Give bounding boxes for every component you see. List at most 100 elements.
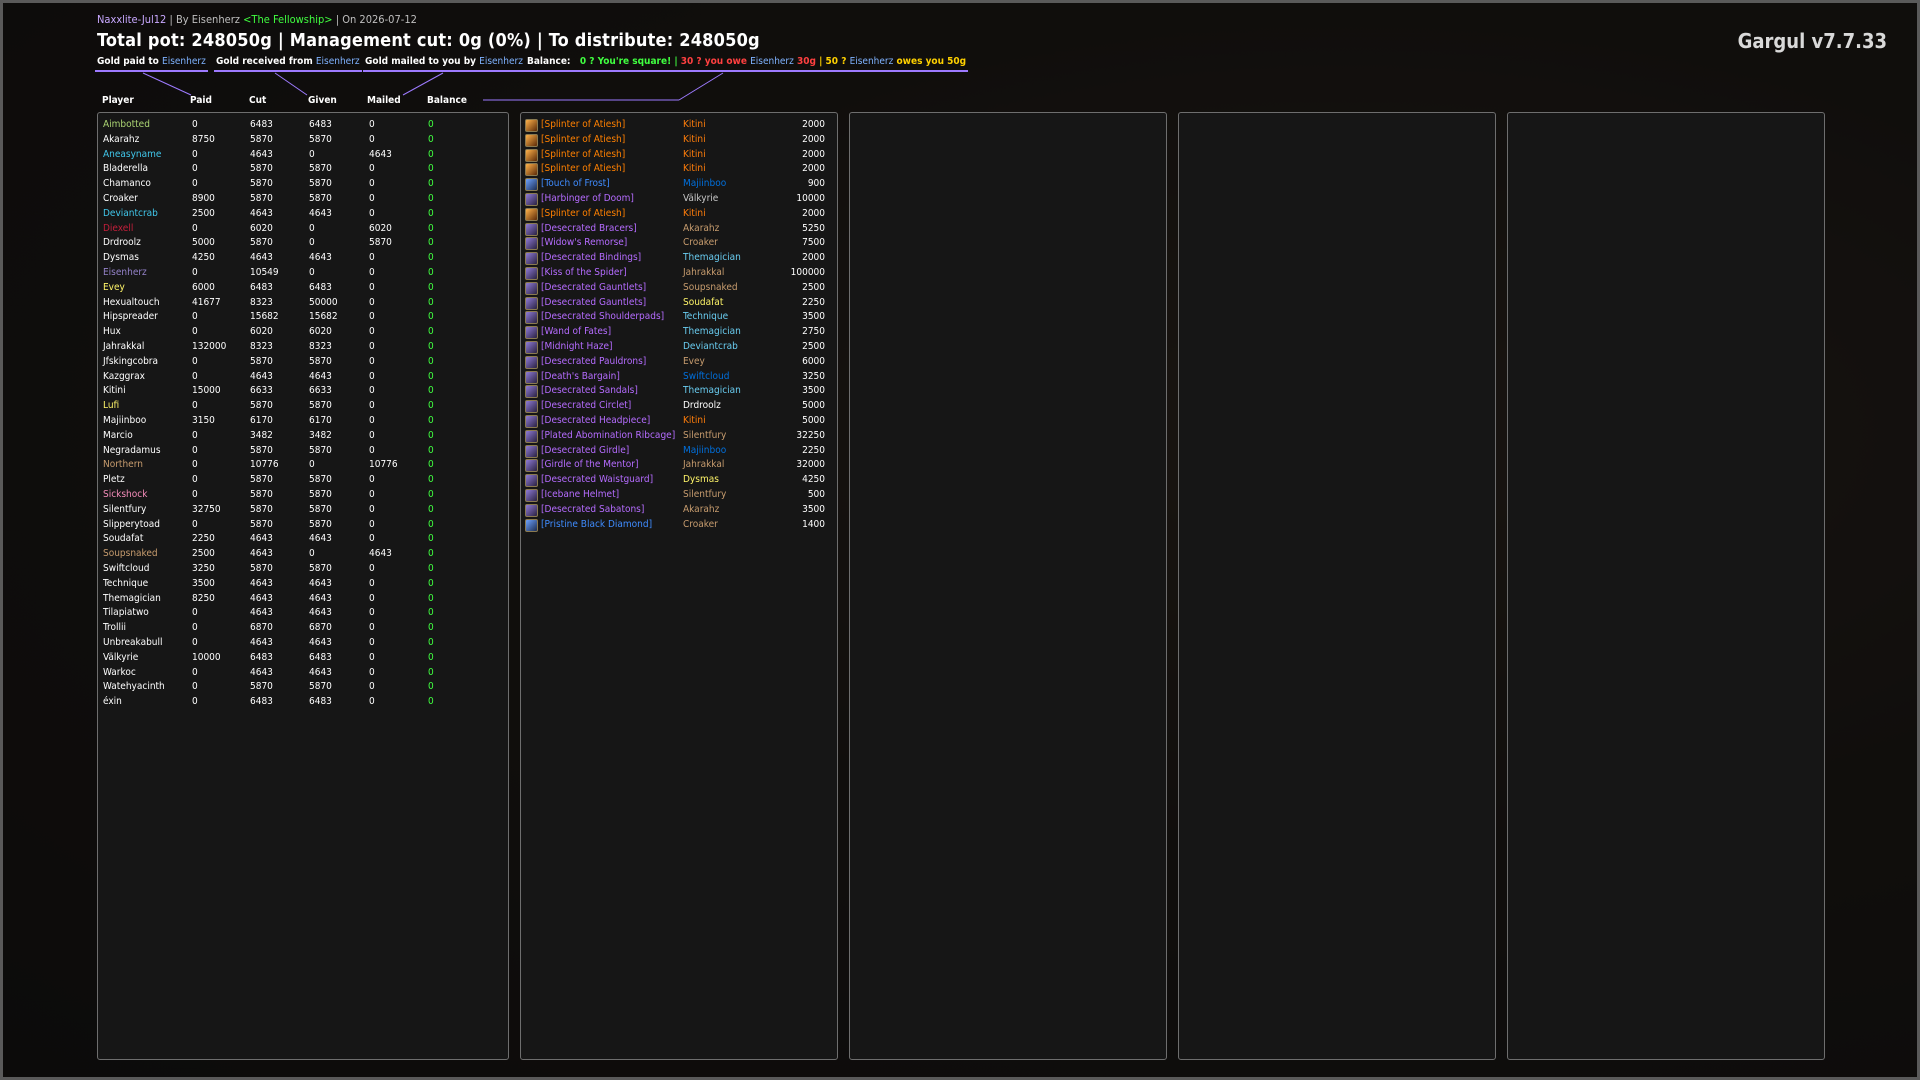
players-ledger-panel[interactable]: Aimbotted 0 6483 6483 0 0 Akarahz 8750 5870 5870 0…: [97, 112, 509, 1060]
item-link[interactable]: [Splinter of Atiesh]: [541, 134, 625, 145]
auction-item-row[interactable]: [Desecrated Waistguard] Dysmas 4250: [525, 474, 833, 488]
player-row[interactable]: éxin 0 6483 6483 0 0: [98, 696, 508, 710]
player-row[interactable]: Swiftcloud 3250 5870 5870 0 0: [98, 563, 508, 577]
auction-item-row[interactable]: [Desecrated Girdle] Majiinboo 2250: [525, 444, 833, 459]
auction-item-row[interactable]: [Splinter of Atiesh] Kitini 2000: [525, 163, 833, 177]
item-link[interactable]: [Desecrated Sandals]: [541, 385, 638, 396]
player-row[interactable]: Kazggrax 0 4643 4643 0 0: [98, 371, 508, 385]
player-row[interactable]: Soupsnaked 2500 4643 0 4643 0: [98, 548, 508, 562]
auction-item-row[interactable]: [Desecrated Gauntlets] Soupsnaked 2500: [525, 281, 833, 296]
player-row[interactable]: Hipspreader 0 15682 15682 0 0: [98, 311, 508, 325]
item-price: 2000: [802, 207, 825, 219]
item-link[interactable]: [Kiss of the Spider]: [541, 267, 627, 278]
player-row[interactable]: Hexualtouch 41677 8323 50000 0 0: [98, 297, 508, 311]
auction-item-row[interactable]: [Kiss of the Spider] Jahrakkal 100000: [525, 267, 833, 281]
item-link[interactable]: [Desecrated Shoulderpads]: [541, 311, 664, 322]
player-row[interactable]: Majiinboo 3150 6170 6170 0 0: [98, 415, 508, 429]
player-row[interactable]: Eisenherz 0 10549 0 0 0: [98, 267, 508, 281]
player-row[interactable]: Soudafat 2250 4643 4643 0 0: [98, 533, 508, 547]
player-row[interactable]: Chamanco 0 5870 5870 0 0: [98, 178, 508, 192]
player-row[interactable]: Watehyacinth 0 5870 5870 0 0: [98, 681, 508, 695]
player-row[interactable]: Trollii 0 6870 6870 0 0: [98, 622, 508, 636]
player-row[interactable]: Evey 6000 6483 6483 0 0: [98, 282, 508, 296]
player-row[interactable]: Warkoc 0 4643 4643 0 0: [98, 667, 508, 681]
item-link[interactable]: [Splinter of Atiesh]: [541, 119, 625, 130]
item-link[interactable]: [Icebane Helmet]: [541, 489, 619, 500]
auction-item-row[interactable]: [Wand of Fates] Themagician 2750: [525, 326, 833, 340]
player-row[interactable]: Aneasyname 0 4643 0 4643 0: [98, 149, 508, 163]
item-link[interactable]: [Plated Abomination Ribcage]: [541, 430, 675, 441]
player-row[interactable]: Akarahz 8750 5870 5870 0 0: [98, 134, 508, 148]
auction-item-row[interactable]: [Splinter of Atiesh] Kitini 2000: [525, 148, 833, 163]
auction-item-row[interactable]: [Harbinger of Doom] Välkyrie 10000: [525, 193, 833, 207]
player-row[interactable]: Unbreakabull 0 4643 4643 0 0: [98, 637, 508, 651]
player-row[interactable]: Technique 3500 4643 4643 0 0: [98, 578, 508, 592]
auction-item-row[interactable]: [Desecrated Sandals] Themagician 3500: [525, 385, 833, 399]
item-link[interactable]: [Splinter of Atiesh]: [541, 163, 625, 174]
auction-item-row[interactable]: [Touch of Frost] Majiinboo 900: [525, 178, 833, 192]
auction-item-row[interactable]: [Pristine Black Diamond] Croaker 1400: [525, 518, 833, 533]
player-balance-cell: 0: [428, 222, 434, 234]
player-row[interactable]: Drdroolz 5000 5870 0 5870 0: [98, 237, 508, 251]
item-link[interactable]: [Splinter of Atiesh]: [541, 208, 625, 219]
item-link[interactable]: [Death's Bargain]: [541, 371, 620, 382]
auction-item-row[interactable]: [Splinter of Atiesh] Kitini 2000: [525, 119, 833, 133]
auction-item-row[interactable]: [Icebane Helmet] Silentfury 500: [525, 489, 833, 503]
item-link[interactable]: [Desecrated Gauntlets]: [541, 282, 646, 293]
player-row[interactable]: Pletz 0 5870 5870 0 0: [98, 474, 508, 488]
auction-item-row[interactable]: [Desecrated Shoulderpads] Technique 3500: [525, 311, 833, 325]
auction-item-row[interactable]: [Midnight Haze] Deviantcrab 2500: [525, 341, 833, 355]
item-link[interactable]: [Splinter of Atiesh]: [541, 149, 625, 160]
item-link[interactable]: [Desecrated Pauldrons]: [541, 356, 646, 367]
item-link[interactable]: [Desecrated Bracers]: [541, 223, 637, 234]
item-link[interactable]: [Desecrated Bindings]: [541, 252, 641, 263]
auction-item-row[interactable]: [Desecrated Headpiece] Kitini 5000: [525, 415, 833, 429]
player-row[interactable]: Northern 0 10776 0 10776 0: [98, 459, 508, 473]
item-link[interactable]: [Desecrated Headpiece]: [541, 415, 650, 426]
player-row[interactable]: Tilapiatwo 0 4643 4643 0 0: [98, 607, 508, 621]
auction-item-row[interactable]: [Desecrated Bracers] Akarahz 5250: [525, 222, 833, 237]
item-link[interactable]: [Touch of Frost]: [541, 178, 610, 189]
player-row[interactable]: Slipperytoad 0 5870 5870 0 0: [98, 519, 508, 533]
auction-item-row[interactable]: [Splinter of Atiesh] Kitini 2000: [525, 133, 833, 148]
item-link[interactable]: [Desecrated Waistguard]: [541, 474, 653, 485]
player-row[interactable]: Croaker 8900 5870 5870 0 0: [98, 193, 508, 207]
player-row[interactable]: Hux 0 6020 6020 0 0: [98, 326, 508, 340]
item-link[interactable]: [Harbinger of Doom]: [541, 193, 634, 204]
player-row[interactable]: Deviantcrab 2500 4643 4643 0 0: [98, 208, 508, 222]
player-row[interactable]: Lufi 0 5870 5870 0 0: [98, 400, 508, 414]
auctioned-items-panel[interactable]: [Splinter of Atiesh] Kitini 2000 [Splinter …: [520, 112, 838, 1060]
item-link[interactable]: [Desecrated Circlet]: [541, 400, 631, 411]
auction-item-row[interactable]: [Desecrated Sabatons] Akarahz 3500: [525, 503, 833, 518]
auction-item-row[interactable]: [Widow's Remorse] Croaker 7500: [525, 237, 833, 251]
auction-item-row[interactable]: [Desecrated Pauldrons] Evey 6000: [525, 355, 833, 370]
auction-item-row[interactable]: [Death's Bargain] Swiftcloud 3250: [525, 370, 833, 385]
player-row[interactable]: Themagician 8250 4643 4643 0 0: [98, 593, 508, 607]
item-link[interactable]: [Pristine Black Diamond]: [541, 519, 652, 530]
item-link[interactable]: [Desecrated Girdle]: [541, 445, 629, 456]
player-row[interactable]: Jahrakkal 132000 8323 8323 0 0: [98, 341, 508, 355]
item-link[interactable]: [Desecrated Gauntlets]: [541, 297, 646, 308]
player-row[interactable]: Bladerella 0 5870 5870 0 0: [98, 163, 508, 177]
player-row[interactable]: Negradamus 0 5870 5870 0 0: [98, 445, 508, 459]
player-row[interactable]: Silentfury 32750 5870 5870 0 0: [98, 504, 508, 518]
item-link[interactable]: [Widow's Remorse]: [541, 237, 627, 248]
auction-item-row[interactable]: [Desecrated Bindings] Themagician 2000: [525, 252, 833, 266]
player-row[interactable]: Diexell 0 6020 0 6020 0: [98, 223, 508, 237]
auction-item-row[interactable]: [Girdle of the Mentor] Jahrakkal 32000: [525, 459, 833, 473]
player-row[interactable]: Aimbotted 0 6483 6483 0 0: [98, 119, 508, 133]
item-link[interactable]: [Desecrated Sabatons]: [541, 504, 644, 515]
auction-item-row[interactable]: [Splinter of Atiesh] Kitini 2000: [525, 207, 833, 222]
item-link[interactable]: [Girdle of the Mentor]: [541, 459, 639, 470]
player-row[interactable]: Kitini 15000 6633 6633 0 0: [98, 385, 508, 399]
player-row[interactable]: Marcio 0 3482 3482 0 0: [98, 430, 508, 444]
auction-item-row[interactable]: [Desecrated Gauntlets] Soudafat 2250: [525, 296, 833, 311]
player-row[interactable]: Sickshock 0 5870 5870 0 0: [98, 489, 508, 503]
player-row[interactable]: Dysmas 4250 4643 4643 0 0: [98, 252, 508, 266]
auction-item-row[interactable]: [Plated Abomination Ribcage] Silentfury 32…: [525, 429, 833, 444]
item-link[interactable]: [Wand of Fates]: [541, 326, 611, 337]
item-link[interactable]: [Midnight Haze]: [541, 341, 613, 352]
player-row[interactable]: Välkyrie 10000 6483 6483 0 0: [98, 652, 508, 666]
auction-item-row[interactable]: [Desecrated Circlet] Drdroolz 5000: [525, 400, 833, 414]
player-row[interactable]: Jfskingcobra 0 5870 5870 0 0: [98, 356, 508, 370]
